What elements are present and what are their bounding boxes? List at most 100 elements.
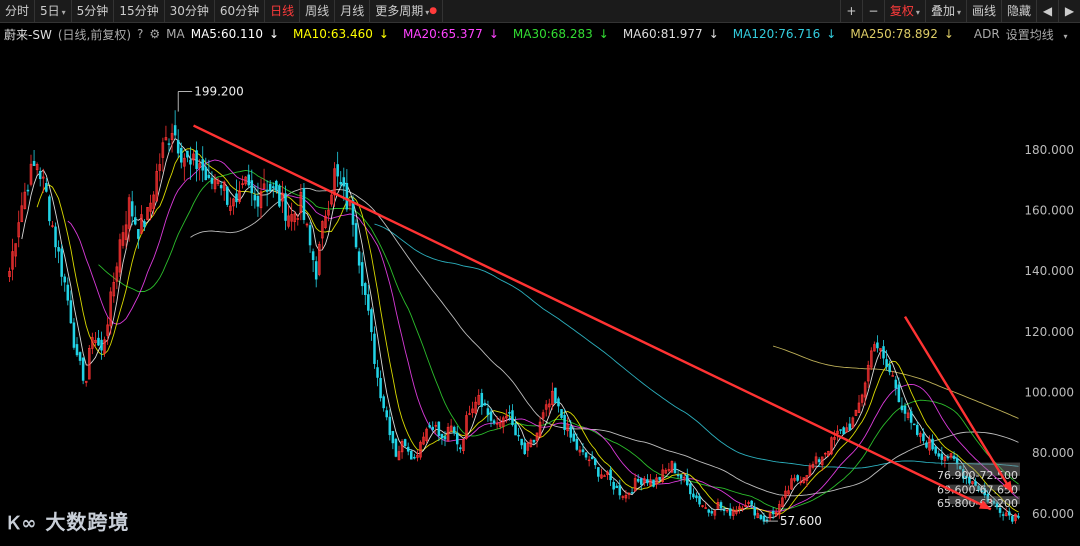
zoom-in-button[interactable]: + bbox=[839, 0, 862, 22]
candle-body bbox=[100, 339, 103, 351]
candle-body bbox=[302, 188, 306, 220]
draw-line-button[interactable]: 画线 bbox=[965, 0, 1001, 22]
candle-body bbox=[45, 183, 48, 192]
candle-body bbox=[934, 446, 937, 454]
ma30-line bbox=[98, 169, 1019, 510]
ma-value-1: MA10:63.460 ↓ bbox=[293, 27, 395, 41]
candle-body bbox=[54, 226, 57, 248]
candle-body bbox=[593, 458, 597, 466]
candle-body bbox=[189, 159, 192, 165]
candle-body bbox=[1017, 516, 1020, 518]
chevron-down-icon: ▾ bbox=[956, 8, 961, 17]
candle-body bbox=[937, 453, 941, 457]
candle-body bbox=[876, 342, 879, 349]
tab-weekly[interactable]: 周线 bbox=[300, 0, 336, 22]
candle-body bbox=[817, 459, 821, 463]
prev-icon-label: ◀ bbox=[1042, 4, 1053, 18]
candle-body bbox=[207, 174, 211, 178]
candle-body bbox=[345, 183, 349, 210]
toolbar-right: + − 复权 ▾ 叠加 ▾ 画线 隐藏 ◀ ▶ bbox=[839, 0, 1080, 22]
candle-body bbox=[314, 261, 318, 280]
candle-body bbox=[612, 481, 615, 490]
candle-body bbox=[57, 247, 60, 252]
tab-5min[interactable]: 5分钟 bbox=[72, 0, 115, 22]
candle-body bbox=[508, 412, 511, 414]
candle-body bbox=[278, 185, 281, 207]
arrow-down-icon: ↓ bbox=[943, 27, 954, 41]
candle-body bbox=[707, 509, 711, 513]
candle-body bbox=[357, 251, 361, 266]
arrow-down-icon: ↓ bbox=[708, 27, 719, 41]
candle-body bbox=[72, 322, 76, 348]
candle-body bbox=[32, 160, 36, 167]
candle-body bbox=[26, 189, 30, 192]
candle-body bbox=[925, 442, 928, 448]
tab-daily[interactable]: 日线 bbox=[265, 0, 301, 22]
candle-body bbox=[391, 430, 395, 444]
candle-body bbox=[759, 514, 763, 520]
help-icon[interactable]: ? bbox=[137, 27, 143, 41]
candle-body bbox=[1001, 514, 1005, 516]
candle-body bbox=[698, 495, 701, 505]
zoom-out-button[interactable]: − bbox=[861, 0, 884, 22]
chevron-down-icon: ▾ bbox=[1063, 31, 1068, 41]
ma-settings-button[interactable]: 设置均线 ▾ bbox=[1006, 26, 1074, 43]
candle-body bbox=[581, 449, 585, 453]
adjust-price-button[interactable]: 复权 ▾ bbox=[883, 0, 925, 22]
candle-body bbox=[373, 333, 376, 364]
tab-more-periods[interactable]: 更多周期 ▾● bbox=[370, 0, 444, 22]
kline-chart[interactable]: 180.000 160.000 140.000 120.000 100.000 80.00… bbox=[0, 44, 1080, 542]
candle-body bbox=[367, 294, 370, 311]
candle-body bbox=[75, 344, 79, 356]
tab-intraday[interactable]: 分时 bbox=[0, 0, 36, 22]
chevron-down-icon: ▾ bbox=[915, 8, 920, 17]
candle-body bbox=[584, 452, 588, 458]
candle-body bbox=[563, 414, 566, 430]
candle-body bbox=[514, 424, 517, 436]
candle-body bbox=[912, 423, 916, 426]
candle-body bbox=[796, 475, 799, 481]
candle-body bbox=[137, 228, 140, 239]
candle-body bbox=[909, 411, 913, 423]
candle-body bbox=[646, 479, 649, 484]
hide-button[interactable]: 隐藏 bbox=[1000, 0, 1036, 22]
candle-body bbox=[931, 438, 934, 450]
candle-body bbox=[554, 387, 557, 403]
tab-30min[interactable]: 30分钟 bbox=[165, 0, 215, 22]
y-tick-label: 180.000 bbox=[1024, 143, 1074, 157]
candle-body bbox=[489, 411, 493, 421]
overlay-button[interactable]: 叠加 ▾ bbox=[924, 0, 966, 22]
prev-icon[interactable]: ◀ bbox=[1036, 0, 1058, 22]
candle-body bbox=[722, 509, 726, 512]
tab-15min[interactable]: 15分钟 bbox=[114, 0, 165, 22]
arrow-down-icon: ↓ bbox=[598, 27, 609, 41]
ma-value-text: MA10:63.460 bbox=[293, 27, 373, 41]
gear-icon[interactable]: ⚙ bbox=[149, 27, 160, 41]
tab-60min[interactable]: 60分钟 bbox=[215, 0, 266, 22]
candle-body bbox=[275, 180, 278, 191]
tab-60min-label: 60分钟 bbox=[219, 4, 260, 18]
tab-5day[interactable]: 5日 ▾ bbox=[35, 0, 72, 22]
candle-body bbox=[900, 405, 904, 411]
y-tick-label: 140.000 bbox=[1024, 264, 1074, 278]
candle-body bbox=[342, 177, 346, 187]
adr-button[interactable]: ADR bbox=[974, 27, 1000, 41]
next-icon[interactable]: ▶ bbox=[1058, 0, 1080, 22]
candle-body bbox=[201, 159, 205, 171]
stock-title[interactable]: 蔚来-SW bbox=[4, 26, 52, 43]
candle-body bbox=[176, 140, 180, 154]
tab-monthly[interactable]: 月线 bbox=[335, 0, 371, 22]
candle-body bbox=[186, 150, 189, 158]
watermark-text: 大数跨境 bbox=[45, 510, 130, 534]
candle-body bbox=[915, 424, 919, 435]
candle-body bbox=[922, 433, 925, 442]
kline-svg[interactable]: 180.000 160.000 140.000 120.000 100.000 80.00… bbox=[0, 44, 1080, 542]
moving-average-bar: 蔚来-SW (日线,前复权) ? ⚙ MA MA5:60.110 ↓ MA10:63… bbox=[0, 24, 1080, 44]
candle-body bbox=[143, 221, 146, 228]
candle-body bbox=[685, 474, 689, 486]
candle-body bbox=[428, 425, 431, 428]
candle-body bbox=[195, 150, 198, 169]
tab-daily-label: 日线 bbox=[270, 4, 295, 18]
ma-label[interactable]: MA bbox=[166, 27, 185, 41]
candle-body bbox=[658, 476, 661, 480]
